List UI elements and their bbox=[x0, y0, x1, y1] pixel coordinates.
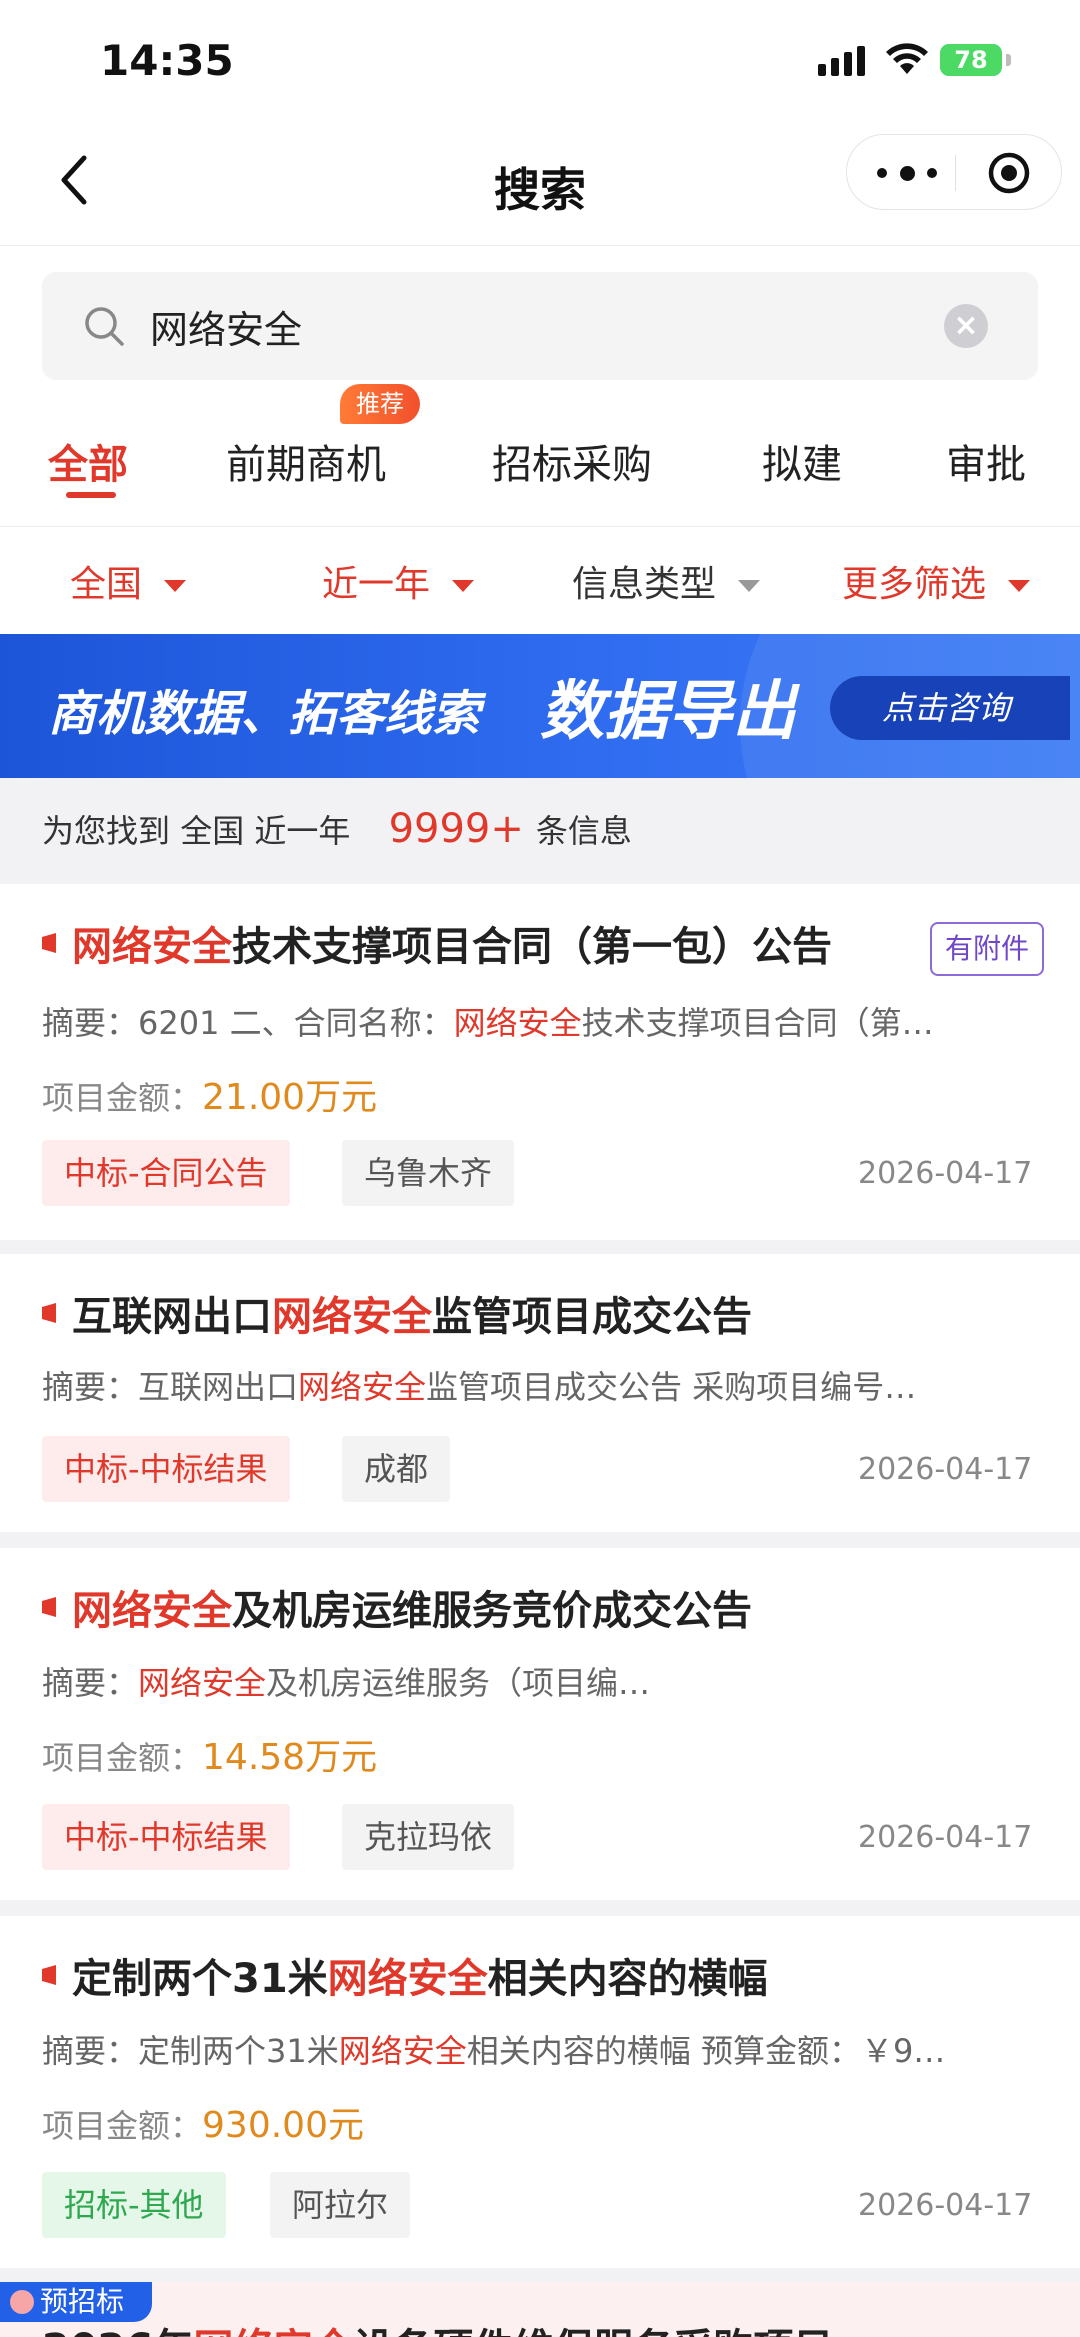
result-card[interactable]: 互联网出口 网络安全 监管项目成交公告 摘要：互联网出口网络安全监管项目成交公告 采… bbox=[0, 1254, 1080, 1532]
summary-region: 全国 bbox=[180, 812, 245, 850]
filter-info-type-label: 信息类型 bbox=[572, 564, 717, 605]
search-icon bbox=[85, 307, 124, 346]
result-amount: 项目金额：21.00万元 bbox=[42, 1077, 378, 1118]
capsule-divider bbox=[955, 155, 956, 191]
status-time: 14:35 bbox=[100, 36, 234, 85]
category-tabs: 全部 前期商机 招标采购 拟建 审批 bbox=[0, 406, 1080, 526]
recommend-badge: 推荐 bbox=[340, 384, 420, 424]
result-date: 2026-04-17 bbox=[858, 2188, 1033, 2223]
result-type-tag: 中标-合同公告 bbox=[42, 1140, 290, 1206]
tab-bidding-procurement[interactable]: 招标采购 bbox=[492, 432, 652, 490]
result-date: 2026-04-17 bbox=[858, 1156, 1033, 1191]
result-title: 互联网出口 网络安全 监管项目成交公告 bbox=[42, 1284, 752, 1342]
tab-all[interactable]: 全部 bbox=[48, 432, 128, 490]
caret-down-icon bbox=[1008, 580, 1031, 592]
result-date: 2026-04-17 bbox=[858, 1452, 1033, 1487]
result-abstract: 摘要：6201 二、合同名称：网络安全技术支撑项目合同（第… bbox=[42, 1004, 934, 1042]
filter-more[interactable]: 更多筛选 bbox=[842, 555, 1031, 607]
filter-period-label: 近一年 bbox=[322, 564, 431, 605]
result-card[interactable]: 网络安全 技术支撑项目合同（第一包）公告 有附件 摘要：6201 二、合同名称：网… bbox=[0, 884, 1080, 1240]
summary-prefix: 为您找到 bbox=[42, 812, 171, 850]
result-count: 9999+ bbox=[388, 806, 524, 852]
result-abstract: 摘要：网络安全及机房运维服务（项目编… bbox=[42, 1664, 651, 1702]
battery-icon: 78 bbox=[940, 44, 1002, 76]
search-page: 14:35 78 搜索 网络安全 × 全部 前期商机 招标采购 拟建 审批 推荐… bbox=[0, 0, 1080, 2337]
result-type-tag: 招标-其他 bbox=[42, 2172, 226, 2238]
search-box[interactable]: × bbox=[42, 272, 1038, 380]
attachment-badge: 有附件 bbox=[930, 922, 1044, 976]
result-abstract: 摘要：定制两个31米网络安全相关内容的横幅 预算金额：￥9… bbox=[42, 2032, 946, 2070]
wifi-icon bbox=[886, 43, 928, 74]
status-bar: 14:35 78 bbox=[0, 0, 1080, 120]
caret-down-icon bbox=[738, 580, 761, 592]
more-dots-icon[interactable] bbox=[877, 158, 937, 188]
tab-early-opportunity[interactable]: 前期商机 bbox=[226, 432, 386, 490]
result-amount: 项目金额：14.58万元 bbox=[42, 1737, 378, 1778]
tab-proposed[interactable]: 拟建 bbox=[762, 432, 842, 490]
flag-icon bbox=[42, 933, 56, 953]
result-card[interactable]: 定制两个31米 网络安全 相关内容的横幅 摘要：定制两个31米网络安全相关内容的横幅… bbox=[0, 1916, 1080, 2268]
filter-region[interactable]: 全国 bbox=[70, 555, 187, 607]
result-title: 定制两个31米 网络安全 相关内容的横幅 bbox=[42, 1946, 768, 2004]
tab-approval[interactable]: 审批 bbox=[946, 432, 1026, 490]
result-date: 2026-04-17 bbox=[858, 1820, 1033, 1855]
banner-text: 商机数据、拓客线索 bbox=[48, 686, 481, 742]
clear-input-icon[interactable]: × bbox=[944, 304, 988, 348]
result-summary: 为您找到 全国 近一年 9999+ 条信息 bbox=[42, 806, 632, 852]
summary-period: 近一年 bbox=[254, 812, 351, 850]
result-title: 2026年网络安全设备硬件维保服务采购项目 bbox=[42, 2316, 833, 2337]
flag-icon bbox=[42, 1597, 56, 1617]
result-type-tag: 中标-中标结果 bbox=[42, 1804, 290, 1870]
active-tab-underline bbox=[66, 492, 116, 498]
caret-down-icon bbox=[452, 580, 475, 592]
search-input[interactable] bbox=[150, 298, 930, 354]
result-region-tag: 克拉玛依 bbox=[342, 1804, 515, 1870]
search-section: × 全部 前期商机 招标采购 拟建 审批 bbox=[0, 246, 1080, 526]
data-export-banner[interactable]: 商机数据、拓客线索 数据导出 点击咨询 bbox=[0, 634, 1080, 778]
close-miniprogram-icon[interactable] bbox=[987, 151, 1031, 195]
result-region-tag: 成都 bbox=[342, 1436, 451, 1502]
result-amount: 项目金额：930.00元 bbox=[42, 2105, 364, 2146]
summary-suffix: 条信息 bbox=[535, 812, 632, 850]
filter-bar: 全国 近一年 信息类型 更多筛选 bbox=[0, 526, 1080, 634]
flag-icon bbox=[42, 1965, 56, 1985]
filter-info-type[interactable]: 信息类型 bbox=[572, 555, 761, 607]
filter-period[interactable]: 近一年 bbox=[322, 555, 475, 607]
filter-more-label: 更多筛选 bbox=[842, 564, 987, 605]
consult-button[interactable]: 点击咨询 bbox=[830, 676, 1070, 740]
result-card[interactable]: 网络安全 及机房运维服务竞价成交公告 摘要：网络安全及机房运维服务（项目编… 项目… bbox=[0, 1548, 1080, 1900]
result-region-tag: 乌鲁木齐 bbox=[342, 1140, 515, 1206]
miniprogram-capsule bbox=[846, 134, 1062, 210]
flag-icon bbox=[42, 1303, 56, 1323]
result-title: 网络安全 技术支撑项目合同（第一包）公告 bbox=[42, 914, 832, 972]
filter-region-label: 全国 bbox=[70, 564, 143, 605]
result-region-tag: 阿拉尔 bbox=[270, 2172, 411, 2238]
battery-tip bbox=[1006, 54, 1011, 66]
result-title: 网络安全 及机房运维服务竞价成交公告 bbox=[42, 1578, 752, 1636]
banner-highlight: 数据导出 bbox=[540, 675, 796, 749]
caret-down-icon bbox=[164, 580, 187, 592]
result-type-tag: 中标-中标结果 bbox=[42, 1436, 290, 1502]
nav-bar: 搜索 bbox=[0, 120, 1080, 246]
cellular-signal-icon bbox=[818, 46, 865, 76]
result-abstract: 摘要：互联网出口网络安全监管项目成交公告 采购项目编号… bbox=[42, 1368, 917, 1406]
